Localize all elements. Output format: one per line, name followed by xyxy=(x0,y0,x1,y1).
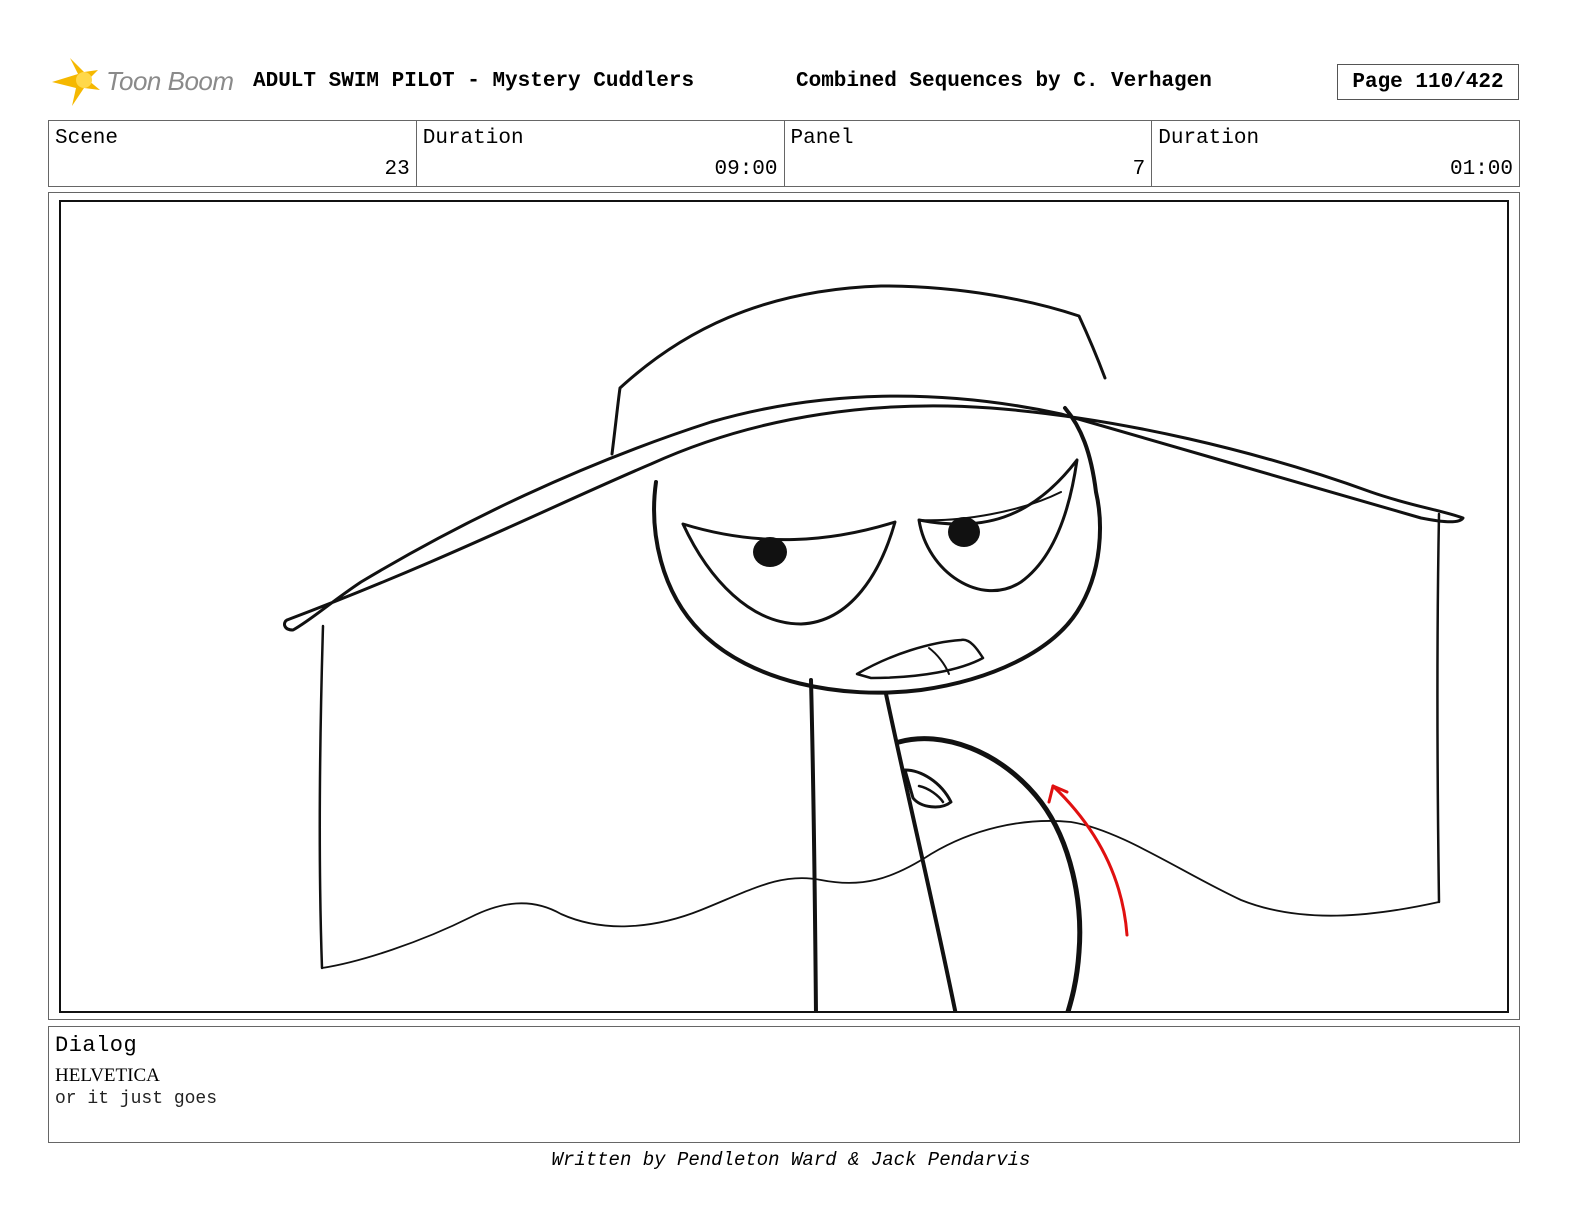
panel-label: Panel xyxy=(790,127,854,150)
storyboard-subtitle: Combined Sequences by C. Verhagen xyxy=(796,70,1212,93)
panel-duration-cell: Duration 01:00 xyxy=(1152,121,1519,186)
panel-duration-label: Duration xyxy=(1158,127,1260,150)
panel-duration-value: 01:00 xyxy=(1449,158,1513,181)
right-eye xyxy=(917,458,1079,593)
left-pupil xyxy=(753,537,787,567)
dialog-speaker: HELVETICA xyxy=(55,1065,160,1086)
right-pupil xyxy=(948,517,980,547)
panel-value: 7 xyxy=(1132,158,1146,181)
scene-duration-cell: Duration 09:00 xyxy=(417,121,785,186)
dialog-line: or it just goes xyxy=(55,1089,218,1109)
scene-cell: Scene 23 xyxy=(49,121,417,186)
panel-image xyxy=(59,200,1509,1013)
scene-value: 23 xyxy=(384,158,410,181)
veil-right-edge xyxy=(1436,512,1441,904)
panel-cell: Panel 7 xyxy=(785,121,1153,186)
toon-boom-logo: Toon Boom xyxy=(50,56,242,108)
panel-drawing xyxy=(283,284,1465,1011)
page-number: Page 110/422 xyxy=(1337,64,1519,100)
hat-brim xyxy=(283,394,1465,632)
scene-duration-label: Duration xyxy=(422,127,524,150)
head-outline xyxy=(652,406,1102,695)
storyboard-title: ADULT SWIM PILOT - Mystery Cuddlers xyxy=(253,70,695,93)
motion-arrow xyxy=(1051,784,1129,937)
credits-footer: Written by Pendleton Ward & Jack Pendarv… xyxy=(551,1149,1031,1171)
veil-left-edge xyxy=(318,624,325,970)
scene-duration-value: 09:00 xyxy=(714,158,778,181)
logo-text: Toon Boom xyxy=(106,66,234,96)
neck-left xyxy=(809,678,818,1011)
dialog-box: Dialog HELVETICA or it just goes xyxy=(48,1026,1520,1143)
mouth xyxy=(855,638,985,680)
left-eye xyxy=(681,520,897,626)
dialog-label: Dialog xyxy=(55,1033,138,1058)
scene-info-row: Scene 23 Duration 09:00 Panel 7 Duration… xyxy=(48,120,1520,187)
scene-label: Scene xyxy=(55,127,119,150)
hand-line xyxy=(917,784,945,804)
toon-boom-star-icon xyxy=(52,58,100,106)
veil-bottom-left xyxy=(321,820,1440,969)
